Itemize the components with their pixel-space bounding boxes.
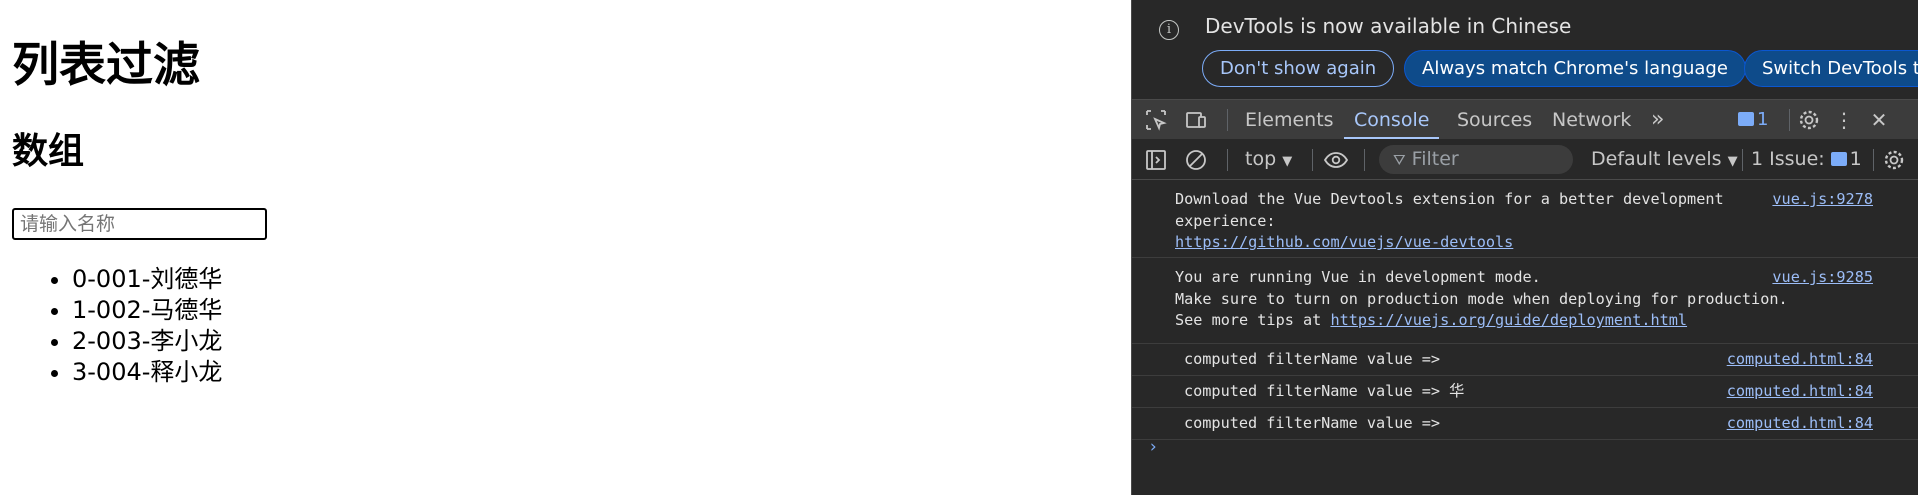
info-icon: i [1159,20,1179,40]
vue-devtools-link[interactable]: https://github.com/vuejs/vue-devtools [1175,233,1513,251]
name-search-input[interactable] [12,208,267,240]
message-source-link[interactable]: computed.html:84 [1727,349,1873,371]
levels-label: Default levels [1591,148,1722,170]
message-text: computed filterName value => 华 [1184,382,1465,400]
match-language-button[interactable]: Always match Chrome's language [1404,50,1746,87]
issue-message-icon [1830,152,1847,166]
device-toolbar-icon[interactable] [1184,108,1208,132]
message-line: Make sure to turn on production mode whe… [1175,289,1788,308]
console-message: computed filterName value => computed.ht… [1132,408,1918,440]
messages-count: 1 [1757,109,1769,130]
issues-count: 1 [1849,148,1862,170]
language-infobar: i DevTools is now available in Chinese D… [1132,0,1918,96]
chevron-down-icon: ▼ [1727,154,1738,169]
tab-network[interactable]: Network [1552,100,1631,140]
message-text: Download the Vue Devtools extension for … [1175,189,1724,254]
console-settings-gear-icon[interactable] [1882,148,1906,172]
deployment-guide-link[interactable]: https://vuejs.org/guide/deployment.html [1330,311,1687,329]
console-output: Download the Vue Devtools extension for … [1132,181,1918,495]
dont-show-again-button[interactable]: Don't show again [1202,50,1395,87]
message-text: You are running Vue in development mode.… [1175,267,1788,332]
section-heading: 数组 [12,131,85,172]
sidebar-toggle-icon[interactable] [1144,148,1168,172]
message-source-link[interactable]: computed.html:84 [1727,381,1873,403]
issues-label: 1 Issue: [1751,148,1825,170]
console-message: Download the Vue Devtools extension for … [1132,181,1918,258]
list-item: 0-001-刘德华 [72,264,222,295]
message-source-link[interactable]: computed.html:84 [1727,413,1873,435]
devtools-panel: i DevTools is now available in Chinese D… [1131,0,1918,495]
filter-icon: ⛛ [1393,151,1406,169]
message-icon [1738,112,1754,126]
message-line: See more tips at [1175,311,1331,329]
message-source-link[interactable]: vue.js:9278 [1772,189,1873,211]
tab-sources[interactable]: Sources [1457,100,1532,140]
more-tabs-icon[interactable]: » [1651,100,1664,140]
context-label: top [1245,148,1277,170]
list-item: 2-003-李小龙 [72,326,222,357]
console-prompt-chevron-icon[interactable]: › [1148,437,1158,457]
live-expression-eye-icon[interactable] [1323,148,1349,172]
context-selector[interactable]: top ▼ [1245,148,1292,170]
more-options-icon[interactable]: ⋮ [1832,108,1856,132]
console-message: computed filterName value => 华 computed.… [1132,376,1918,408]
filter-placeholder: Filter [1411,148,1459,170]
page-title: 列表过滤 [12,38,200,93]
log-levels-dropdown[interactable]: Default levels ▼ [1591,148,1738,170]
console-message: You are running Vue in development mode.… [1132,258,1918,344]
message-line: You are running Vue in development mode. [1175,268,1541,286]
web-page: 列表过滤 数组 0-001-刘德华 1-002-马德华 2-003-李小龙 3-… [0,0,1131,495]
console-toolbar: top ▼ ⛛ Filter Default levels ▼ 1 Issue:… [1132,139,1918,180]
list-item: 3-004-释小龙 [72,357,222,388]
message-source-link[interactable]: vue.js:9285 [1772,267,1873,289]
message-text: computed filterName value => [1184,414,1441,432]
list-item: 1-002-马德华 [72,295,222,326]
message-text: computed filterName value => [1184,350,1441,368]
devtools-tabbar: Elements Console Sources Network » 1 ⋮ ✕ [1132,99,1918,140]
console-filter-input[interactable]: ⛛ Filter [1379,145,1573,174]
tab-console[interactable]: Console [1343,100,1440,140]
infobar-message: DevTools is now available in Chinese [1205,14,1572,38]
switch-language-button[interactable]: Switch DevTools to Chinese [1744,50,1918,87]
inspect-element-icon[interactable] [1144,108,1168,132]
person-list: 0-001-刘德华 1-002-马德华 2-003-李小龙 3-004-释小龙 [72,264,222,388]
chevron-down-icon: ▼ [1282,154,1293,169]
message-line: experience: [1175,211,1276,230]
close-icon[interactable]: ✕ [1867,108,1891,132]
messages-badge[interactable]: 1 [1738,109,1768,130]
issues-counter[interactable]: 1 Issue: 1 [1751,148,1862,170]
clear-console-icon[interactable] [1184,148,1208,172]
settings-gear-icon[interactable] [1797,108,1821,132]
tab-elements[interactable]: Elements [1245,100,1334,140]
console-message: computed filterName value => computed.ht… [1132,344,1918,376]
message-line: Download the Vue Devtools extension for … [1175,190,1724,208]
